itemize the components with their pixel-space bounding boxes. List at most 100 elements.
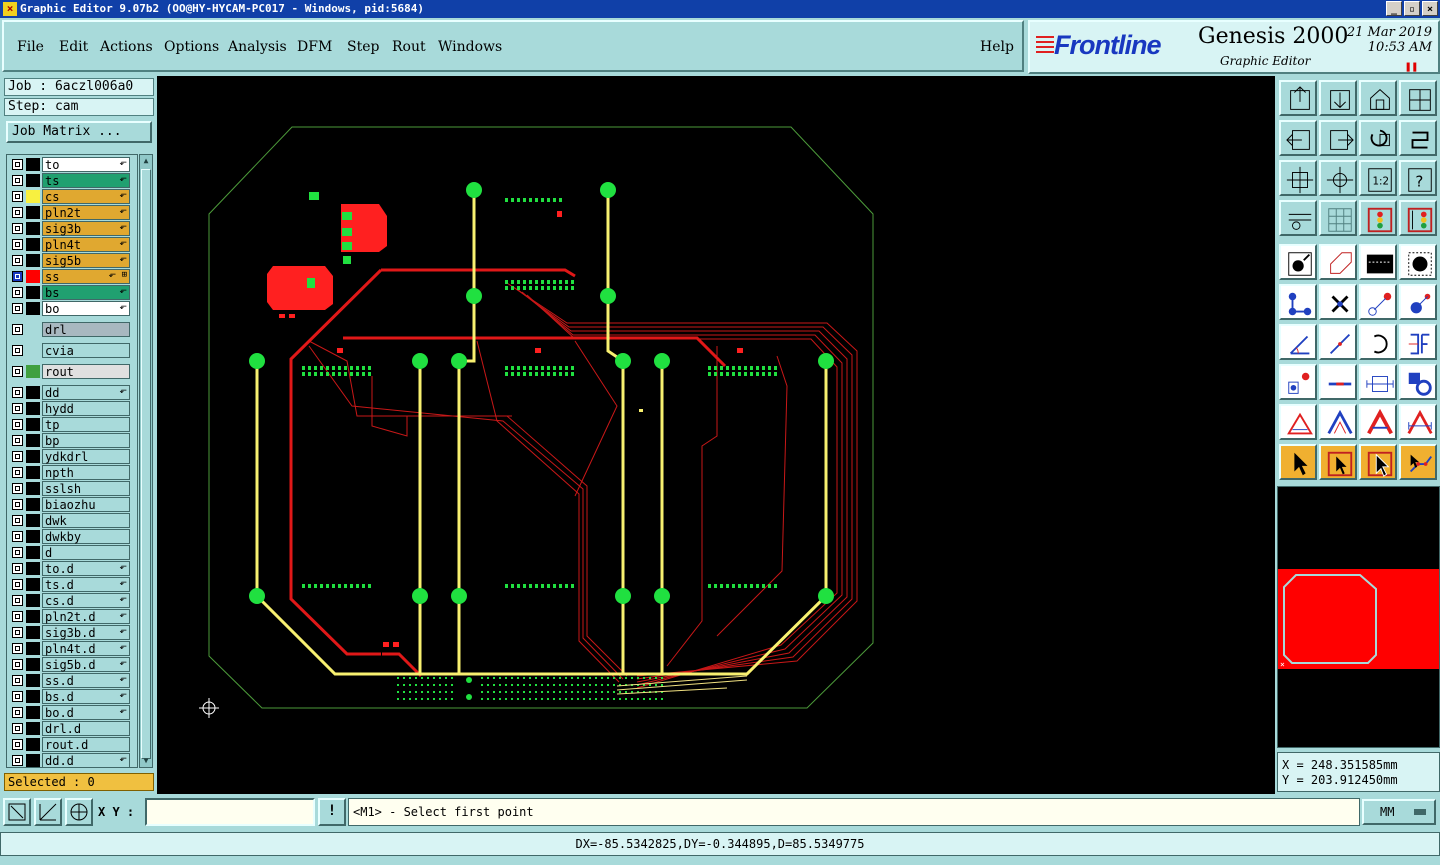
layer-display-checkbox[interactable] bbox=[12, 643, 23, 654]
layer-name[interactable]: sig5b.d bbox=[42, 657, 130, 672]
layer-row-ydkdrl[interactable]: ydkdrl bbox=[9, 449, 135, 464]
move-button[interactable] bbox=[1279, 364, 1317, 400]
layer-color-swatch[interactable] bbox=[26, 578, 40, 591]
menu-options[interactable]: Options bbox=[164, 39, 219, 55]
select-net-button[interactable] bbox=[1399, 444, 1437, 480]
layer-affected-icon[interactable]: ⬐ bbox=[119, 578, 127, 588]
layer-affected-icon[interactable]: ⬐ bbox=[119, 286, 127, 296]
measure-button[interactable] bbox=[34, 798, 62, 826]
layer-name[interactable]: sslsh bbox=[42, 481, 130, 496]
layer-name[interactable]: to.d bbox=[42, 561, 130, 576]
line-snap-button[interactable] bbox=[1359, 284, 1397, 320]
layer-row-bs[interactable]: bs ⬐ bbox=[9, 285, 135, 300]
layer-display-checkbox[interactable] bbox=[12, 691, 23, 702]
layer-color-swatch[interactable] bbox=[26, 402, 40, 415]
layer-row-pln4t-d[interactable]: pln4t.d ⬐ bbox=[9, 641, 135, 656]
graphic-canvas[interactable] bbox=[157, 76, 1275, 794]
undo-zoom-button[interactable] bbox=[1359, 120, 1397, 156]
layer-display-checkbox[interactable] bbox=[12, 755, 23, 766]
pan-right-button[interactable] bbox=[1319, 120, 1357, 156]
layer-row-pln2t-d[interactable]: pln2t.d ⬐ bbox=[9, 609, 135, 624]
layer-color-swatch[interactable] bbox=[26, 238, 40, 251]
layer-panel-button[interactable] bbox=[1359, 200, 1397, 236]
layer-row-bo-d[interactable]: bo.d ⬐ bbox=[9, 705, 135, 720]
zoom-fit-button[interactable] bbox=[1319, 80, 1357, 116]
point-snap-button[interactable] bbox=[1399, 284, 1437, 320]
layer-name[interactable]: dwk bbox=[42, 513, 130, 528]
layer-color-swatch[interactable] bbox=[26, 434, 40, 447]
layer-color-swatch[interactable] bbox=[26, 466, 40, 479]
layer-name[interactable]: dwkby bbox=[42, 529, 130, 544]
layer-affected-icon[interactable]: ⬐ bbox=[119, 562, 127, 572]
layer-name[interactable]: dd.d bbox=[42, 753, 130, 767]
dimension-button[interactable] bbox=[1359, 364, 1397, 400]
angle-button[interactable] bbox=[1279, 324, 1317, 360]
zoom-home-button[interactable] bbox=[1279, 80, 1317, 116]
layer-affected-icon[interactable]: ⬐ bbox=[119, 190, 127, 200]
alert-button[interactable]: ! bbox=[318, 798, 346, 826]
layer-affected-icon[interactable]: ⬐ bbox=[119, 642, 127, 652]
layer-row-sig5b[interactable]: sig5b ⬐ bbox=[9, 253, 135, 268]
layer-row-sig3b[interactable]: sig3b ⬐ bbox=[9, 221, 135, 236]
scale-1-2-button[interactable]: 1:2 bbox=[1359, 160, 1397, 196]
drc-triangle-button[interactable] bbox=[1279, 404, 1317, 440]
menu-rout[interactable]: Rout bbox=[392, 39, 426, 55]
triangle-outline-button[interactable] bbox=[1319, 404, 1357, 440]
job-matrix-button[interactable]: Job Matrix ... bbox=[6, 121, 152, 143]
text-edit-button[interactable] bbox=[1399, 324, 1437, 360]
layer-color-swatch[interactable] bbox=[26, 530, 40, 543]
layer-panel-alt-button[interactable] bbox=[1399, 200, 1437, 236]
layer-display-checkbox[interactable] bbox=[12, 271, 23, 282]
layer-affected-icon[interactable]: ⬐ ⊞ bbox=[109, 270, 127, 280]
layer-display-checkbox[interactable] bbox=[12, 403, 23, 414]
layer-name[interactable]: bs bbox=[42, 285, 130, 300]
pan-left-button[interactable] bbox=[1279, 120, 1317, 156]
layer-display-checkbox[interactable] bbox=[12, 499, 23, 510]
menu-analysis[interactable]: Analysis bbox=[228, 39, 287, 55]
ruler-button[interactable] bbox=[1359, 244, 1397, 280]
home-button[interactable] bbox=[1359, 80, 1397, 116]
layer-name[interactable]: ts bbox=[42, 173, 130, 188]
menu-edit[interactable]: Edit bbox=[59, 39, 88, 55]
zoom-extents-button[interactable] bbox=[1279, 160, 1317, 196]
layer-row-dwk[interactable]: dwk bbox=[9, 513, 135, 528]
layer-affected-icon[interactable]: ⬐ bbox=[119, 690, 127, 700]
layer-affected-icon[interactable]: ⬐ bbox=[119, 610, 127, 620]
menu-dfm[interactable]: DFM bbox=[297, 39, 332, 55]
restore-button[interactable]: ▫ bbox=[1404, 1, 1420, 16]
app-system-icon[interactable]: × bbox=[3, 2, 17, 16]
layer-color-swatch[interactable] bbox=[26, 365, 40, 378]
layer-row-pln4t[interactable]: pln4t ⬐ bbox=[9, 237, 135, 252]
layer-display-checkbox[interactable] bbox=[12, 345, 23, 356]
layer-affected-icon[interactable]: ⬐ bbox=[119, 158, 127, 168]
layer-display-checkbox[interactable] bbox=[12, 579, 23, 590]
layer-row-cs[interactable]: cs ⬐ bbox=[9, 189, 135, 204]
snap-nodes-button[interactable] bbox=[1279, 284, 1317, 320]
layer-color-swatch[interactable] bbox=[26, 562, 40, 575]
layer-row-dwkby[interactable]: dwkby bbox=[9, 529, 135, 544]
layer-color-swatch[interactable] bbox=[26, 190, 40, 203]
zoom-box-button[interactable] bbox=[3, 798, 31, 826]
layer-affected-icon[interactable]: ⬐ bbox=[119, 386, 127, 396]
layer-display-checkbox[interactable] bbox=[12, 223, 23, 234]
layer-display-checkbox[interactable] bbox=[12, 467, 23, 478]
layer-row-ts-d[interactable]: ts.d ⬐ bbox=[9, 577, 135, 592]
layer-color-swatch[interactable] bbox=[26, 674, 40, 687]
layer-display-checkbox[interactable] bbox=[12, 191, 23, 202]
layer-display-checkbox[interactable] bbox=[12, 547, 23, 558]
layer-affected-icon[interactable]: ⬐ bbox=[119, 754, 127, 764]
layer-row-to[interactable]: to ⬐ bbox=[9, 157, 135, 172]
layer-display-checkbox[interactable] bbox=[12, 483, 23, 494]
scroll-thumb[interactable] bbox=[141, 169, 151, 759]
layer-display-checkbox[interactable] bbox=[12, 366, 23, 377]
layer-affected-icon[interactable]: ⬐ bbox=[119, 238, 127, 248]
layer-name[interactable]: cs bbox=[42, 189, 130, 204]
layer-affected-icon[interactable]: ⬐ bbox=[119, 658, 127, 668]
measure-tool-button[interactable] bbox=[1279, 200, 1317, 236]
layer-name[interactable]: bo bbox=[42, 301, 130, 316]
layer-name[interactable]: cs.d bbox=[42, 593, 130, 608]
layer-color-swatch[interactable] bbox=[26, 158, 40, 171]
units-select[interactable]: MM bbox=[1362, 799, 1436, 825]
triangle-fill-button[interactable] bbox=[1359, 404, 1397, 440]
layer-color-swatch[interactable] bbox=[26, 514, 40, 527]
